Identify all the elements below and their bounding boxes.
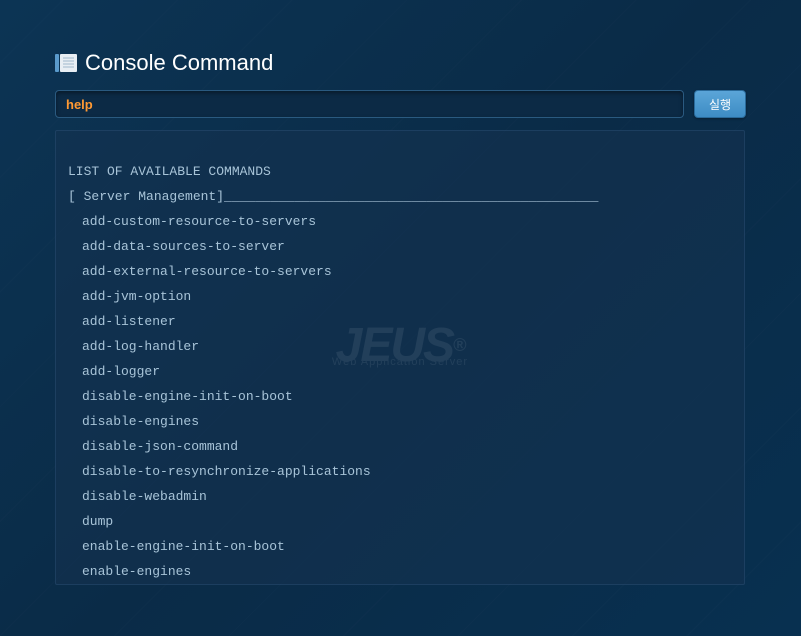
command-item: disable-to-resynchronize-applications xyxy=(68,459,732,484)
command-input[interactable] xyxy=(55,90,684,118)
command-item: enable-engine-init-on-boot xyxy=(68,534,732,559)
output-header: LIST OF AVAILABLE COMMANDS xyxy=(68,159,732,184)
command-item: disable-engines xyxy=(68,409,732,434)
command-item: add-custom-resource-to-servers xyxy=(68,209,732,234)
page-title: Console Command xyxy=(85,50,273,76)
command-item: disable-json-command xyxy=(68,434,732,459)
command-item: add-data-sources-to-server xyxy=(68,234,732,259)
output-panel[interactable]: JEUS® Web Application Server LIST OF AVA… xyxy=(55,130,745,585)
command-item: dump xyxy=(68,509,732,534)
command-item: add-external-resource-to-servers xyxy=(68,259,732,284)
command-item: disable-webadmin xyxy=(68,484,732,509)
title-row: Console Command xyxy=(55,50,746,76)
execute-button[interactable]: 실행 xyxy=(694,90,746,118)
output-section-header: [ Server Management]____________________… xyxy=(68,184,732,209)
command-item: disable-engine-init-on-boot xyxy=(68,384,732,409)
command-item: add-logger xyxy=(68,359,732,384)
input-row: 실행 xyxy=(55,90,746,118)
command-item: add-listener xyxy=(68,309,732,334)
command-item: add-jvm-option xyxy=(68,284,732,309)
command-item: add-log-handler xyxy=(68,334,732,359)
console-icon xyxy=(55,54,77,72)
command-item: enable-engines xyxy=(68,559,732,584)
